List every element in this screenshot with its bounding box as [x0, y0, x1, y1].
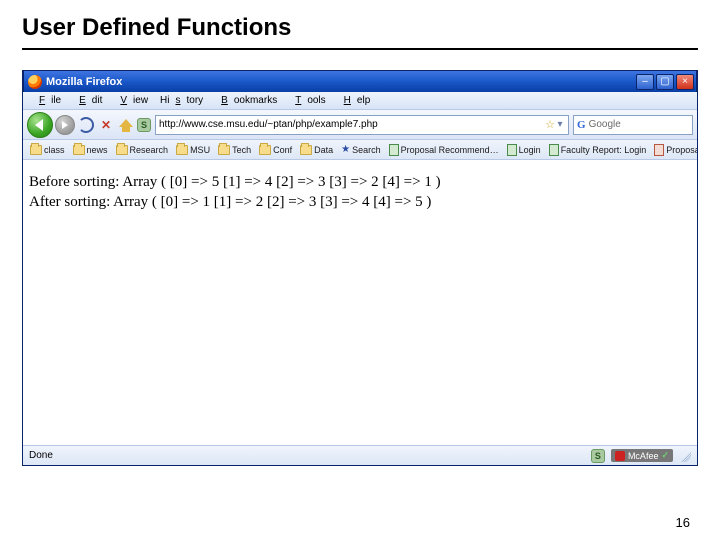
title-rule: [22, 48, 698, 50]
window-maximize-button[interactable]: ▢: [656, 74, 674, 90]
shield-icon: [615, 451, 625, 461]
bookmark-item[interactable]: MSU: [173, 145, 213, 155]
bookmark-item[interactable]: Proposal Recommend…: [386, 144, 502, 156]
url-bar[interactable]: http://www.cse.msu.edu/~ptan/php/example…: [155, 115, 569, 135]
page-icon: [654, 144, 664, 156]
forward-button[interactable]: [55, 115, 75, 135]
menu-bookmarks[interactable]: Bookmarks: [209, 95, 283, 106]
check-icon: ✓: [661, 450, 669, 461]
star-icon: ★: [341, 144, 350, 155]
bookmark-item[interactable]: ★Search: [338, 144, 384, 155]
folder-icon: [116, 145, 128, 155]
folder-icon: [30, 145, 42, 155]
slide-title: User Defined Functions: [0, 0, 720, 46]
page-icon: [507, 144, 517, 156]
back-button[interactable]: [27, 112, 53, 138]
reload-icon[interactable]: [77, 116, 95, 134]
menu-file[interactable]: File: [27, 95, 67, 106]
bookmark-item[interactable]: Proposal Recommend…: [651, 144, 697, 156]
menu-edit[interactable]: Edit: [67, 95, 108, 106]
bookmarks-toolbar: class news Research MSU Tech Conf Data ★…: [23, 140, 697, 160]
bookmark-item[interactable]: Login: [504, 144, 544, 156]
menu-bar: File Edit View History Bookmarks Tools H…: [23, 92, 697, 110]
mcafee-label: McAfee: [628, 451, 659, 461]
site-badge[interactable]: S: [137, 118, 151, 132]
resize-grip-icon[interactable]: [679, 450, 691, 462]
status-text: Done: [29, 450, 585, 461]
folder-icon: [176, 145, 188, 155]
folder-icon: [73, 145, 85, 155]
search-box[interactable]: G Google: [573, 115, 693, 135]
bookmark-star-icon[interactable]: ☆: [545, 118, 555, 131]
output-line-1: Before sorting: Array ( [0] => 5 [1] => …: [29, 172, 691, 192]
browser-window: Mozilla Firefox – ▢ × File Edit View His…: [22, 70, 698, 466]
home-icon[interactable]: [117, 116, 135, 134]
folder-icon: [259, 145, 271, 155]
menu-help[interactable]: Help: [332, 95, 377, 106]
window-title: Mozilla Firefox: [46, 76, 122, 88]
google-icon: G: [577, 119, 586, 131]
page-icon: [389, 144, 399, 156]
bookmark-item[interactable]: Faculty Report: Login: [546, 144, 650, 156]
folder-icon: [218, 145, 230, 155]
bookmark-item[interactable]: news: [70, 145, 111, 155]
bookmark-item[interactable]: Research: [113, 145, 172, 155]
stop-icon[interactable]: [97, 116, 115, 134]
status-s-badge[interactable]: S: [591, 449, 605, 463]
page-content: Before sorting: Array ( [0] => 5 [1] => …: [23, 160, 697, 225]
navigation-toolbar: S http://www.cse.msu.edu/~ptan/php/examp…: [23, 110, 697, 140]
mcafee-badge[interactable]: McAfee ✓: [611, 449, 673, 462]
output-line-2: After sorting: Array ( [0] => 1 [1] => 2…: [29, 192, 691, 212]
firefox-icon: [28, 75, 42, 89]
menu-history[interactable]: History: [154, 95, 209, 106]
window-minimize-button[interactable]: –: [636, 74, 654, 90]
menu-tools[interactable]: Tools: [283, 95, 331, 106]
url-text: http://www.cse.msu.edu/~ptan/php/example…: [159, 119, 545, 130]
menu-view[interactable]: View: [108, 95, 154, 106]
folder-icon: [300, 145, 312, 155]
search-placeholder: Google: [589, 119, 621, 130]
slide-page-number: 16: [676, 515, 690, 530]
window-close-button[interactable]: ×: [676, 74, 694, 90]
bookmark-item[interactable]: Conf: [256, 145, 295, 155]
window-titlebar[interactable]: Mozilla Firefox – ▢ ×: [23, 70, 697, 92]
page-icon: [549, 144, 559, 156]
bookmark-item[interactable]: Data: [297, 145, 336, 155]
bookmark-item[interactable]: class: [27, 145, 68, 155]
url-dropdown-icon[interactable]: ▾: [555, 119, 565, 130]
bookmark-item[interactable]: Tech: [215, 145, 254, 155]
status-bar: Done S McAfee ✓: [23, 445, 697, 465]
